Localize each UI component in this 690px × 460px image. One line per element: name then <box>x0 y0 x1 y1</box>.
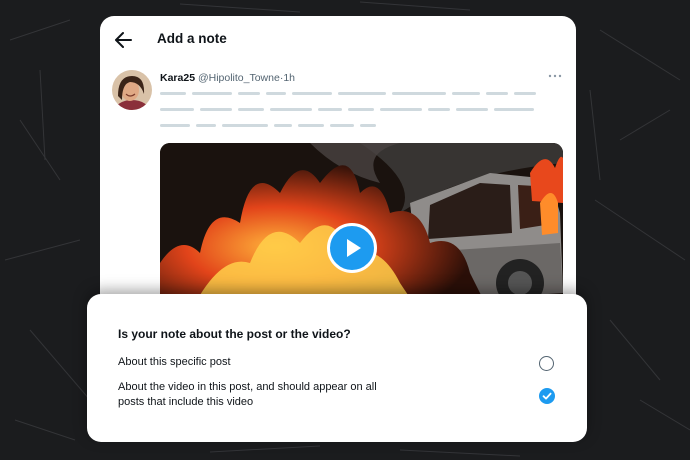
play-icon <box>347 239 361 257</box>
post-time: 1h <box>283 72 296 84</box>
scope-question: Is your note about the post or the video… <box>118 327 351 341</box>
back-arrow-icon[interactable] <box>112 28 136 52</box>
option-video-all-posts[interactable]: About the video in this post, and should… <box>87 378 587 414</box>
more-options-icon[interactable] <box>548 72 562 80</box>
radio-checked-icon[interactable] <box>539 388 555 404</box>
option-label: About this specific post <box>118 356 231 368</box>
note-scope-panel: Is your note about the post or the video… <box>87 294 587 442</box>
option-label: About the video in this post, and should… <box>118 381 377 408</box>
checkmark-icon <box>542 392 552 400</box>
header: Add a note <box>100 16 576 62</box>
option-specific-post[interactable]: About this specific post <box>87 350 587 376</box>
post-text-placeholder <box>160 92 550 132</box>
play-button[interactable] <box>327 223 377 273</box>
avatar[interactable] <box>112 70 152 110</box>
page-title: Add a note <box>157 31 227 46</box>
post-meta: Kara25 @Hipolito_Towne·1h <box>160 72 295 84</box>
radio-unchecked-icon[interactable] <box>539 356 554 371</box>
author-handle[interactable]: @Hipolito_Towne <box>198 72 280 84</box>
author-name[interactable]: Kara25 <box>160 72 195 84</box>
video-thumbnail[interactable] <box>160 143 563 313</box>
